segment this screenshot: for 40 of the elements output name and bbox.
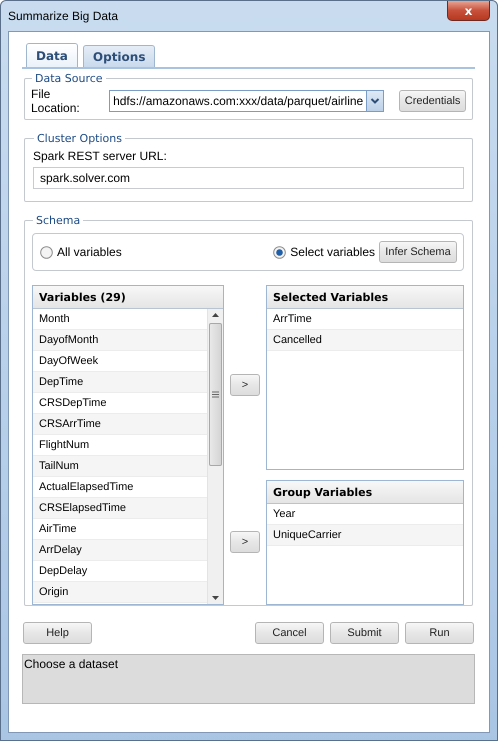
list-header: Selected Variables xyxy=(267,286,463,309)
caret-icon xyxy=(366,91,384,111)
group-legend: Cluster Options xyxy=(34,132,125,145)
tab[interactable]: Data xyxy=(26,43,78,67)
radio-button[interactable] xyxy=(273,246,286,258)
list-item[interactable]: UniqueCarrier xyxy=(267,525,463,546)
list-item[interactable]: TailNum xyxy=(33,456,207,477)
radio-button[interactable] xyxy=(40,246,53,258)
radio-option[interactable]: Select variables xyxy=(273,245,375,259)
action-button[interactable]: Run xyxy=(405,622,474,644)
group-legend: Data Source xyxy=(32,72,106,85)
group-legend: Schema xyxy=(33,214,84,227)
scrollbar[interactable] xyxy=(207,309,223,604)
move-right-button[interactable]: > xyxy=(230,531,260,553)
credentials-button[interactable]: Credentials xyxy=(399,90,466,112)
list-item[interactable]: CRSArrTime xyxy=(33,414,207,435)
list-item[interactable]: ArrDelay xyxy=(33,540,207,561)
close-button[interactable]: x xyxy=(447,1,490,21)
scroll-thumb[interactable] xyxy=(209,323,222,466)
list-header: Group Variables xyxy=(267,481,463,504)
list-item[interactable]: Origin xyxy=(33,582,207,603)
list-item[interactable]: DayofMonth xyxy=(33,330,207,351)
list-item[interactable]: Cancelled xyxy=(267,330,463,351)
move-right-button[interactable]: > xyxy=(230,374,260,396)
tab[interactable]: Options xyxy=(82,45,156,67)
server-url-field[interactable]: spark.solver.com xyxy=(33,167,464,189)
field-label: File Location: xyxy=(31,87,81,115)
list-header: Variables (29) xyxy=(33,286,223,309)
action-button[interactable]: Cancel xyxy=(255,622,324,644)
grip-icon xyxy=(212,391,219,398)
status-message: Choose a dataset xyxy=(22,654,475,704)
action-button[interactable]: Submit xyxy=(330,622,399,644)
help-button[interactable]: Help xyxy=(23,622,92,644)
field-label: Spark REST server URL: xyxy=(33,149,167,163)
list-item[interactable]: DepTime xyxy=(33,372,207,393)
window-title: Summarize Big Data xyxy=(8,9,118,23)
radio-option[interactable]: All variables xyxy=(40,245,122,259)
file-location-dropdown[interactable]: hdfs://amazonaws.com:xxx/data/parquet/airline xyxy=(109,90,384,112)
list-item[interactable]: CRSElapsedTime xyxy=(33,498,207,519)
infer-schema-button[interactable]: Infer Schema xyxy=(379,241,457,263)
